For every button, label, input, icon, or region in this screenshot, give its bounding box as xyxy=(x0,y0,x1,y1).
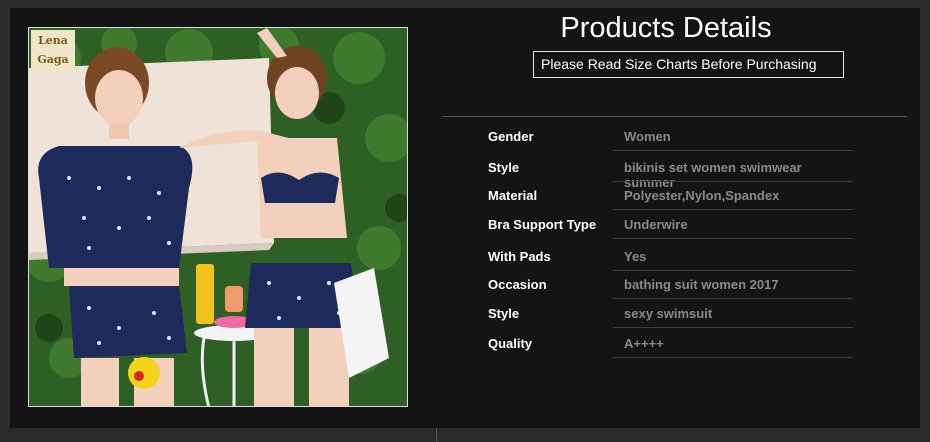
spec-label: Bra Support Type xyxy=(488,217,597,232)
section-divider xyxy=(443,116,907,117)
spec-divider xyxy=(613,150,853,151)
spec-label: Material xyxy=(488,188,538,203)
bottom-divider xyxy=(436,428,437,442)
spec-label: Style xyxy=(488,160,520,175)
spec-value: Polyester,Nylon,Spandex xyxy=(624,188,780,203)
product-details-panel: Lena Gaga Products Details Please Read S… xyxy=(10,8,920,428)
product-photo: Lena Gaga xyxy=(28,27,408,407)
spec-value: Yes xyxy=(624,249,647,264)
spec-value: bathing suit women 2017 xyxy=(624,277,779,292)
spec-row: Style sexy swimsuit xyxy=(488,300,854,328)
spec-label: Quality xyxy=(488,336,533,351)
size-chart-notice: Please Read Size Charts Before Purchasin… xyxy=(533,51,844,78)
spec-divider xyxy=(613,298,853,299)
spec-value: Underwire xyxy=(624,217,688,232)
page-title: Products Details xyxy=(560,12,772,44)
logo-text-line2: Gaga xyxy=(37,53,69,66)
spec-value: Women xyxy=(624,129,671,144)
brand-logo: Lena Gaga xyxy=(31,30,75,72)
spec-label: Occasion xyxy=(488,277,547,292)
spec-row: With Pads Yes xyxy=(488,243,854,271)
spec-row: Material Polyester,Nylon,Spandex xyxy=(488,182,854,210)
spec-row: Occasion bathing suit women 2017 xyxy=(488,271,854,299)
spec-row: Gender Women xyxy=(488,123,854,151)
logo-text-line1: Lena xyxy=(38,34,68,47)
spec-value: sexy swimsuit xyxy=(624,306,713,321)
swimwear-models-image xyxy=(29,28,407,406)
spec-row: Bra Support Type Underwire xyxy=(488,211,854,239)
spec-value: A++++ xyxy=(624,336,664,351)
spec-label: Gender xyxy=(488,129,534,144)
spec-divider xyxy=(613,238,853,239)
spec-row: Quality A++++ xyxy=(488,330,854,358)
spec-divider xyxy=(613,357,853,358)
spec-divider xyxy=(613,327,853,328)
spec-divider xyxy=(613,209,853,210)
spec-label: Style xyxy=(488,306,520,321)
spec-label: With Pads xyxy=(488,249,551,264)
spec-row: Style bikinis set women swimwear summer xyxy=(488,154,854,190)
